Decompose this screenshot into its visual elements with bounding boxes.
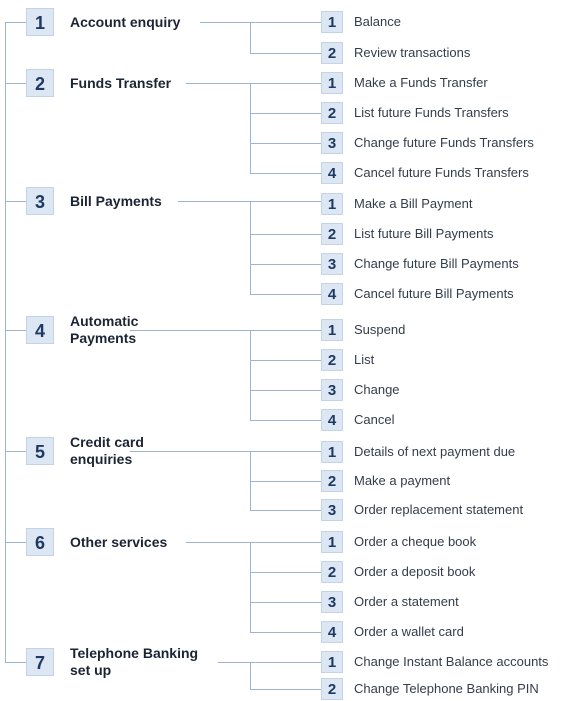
option-label[interactable]: Details of next payment due (354, 444, 515, 460)
option-number-badge: 3 (321, 591, 343, 613)
option-number-badge: 2 (321, 470, 343, 492)
telephone-banking-menu-diagram: 1 Account enquiry 1 Balance 2 Review transact… (0, 0, 565, 700)
option-number-badge: 4 (321, 409, 343, 431)
option-label[interactable]: Order a deposit book (354, 564, 475, 580)
option-label[interactable]: List future Funds Transfers (354, 105, 509, 121)
option-number-badge: 1 (321, 531, 343, 553)
category-number-badge: 5 (26, 437, 54, 465)
option-label[interactable]: Cancel future Bill Payments (354, 286, 514, 302)
option-number-badge: 2 (321, 349, 343, 371)
category-label-line: Other services (70, 533, 168, 550)
option-number-badge: 3 (321, 253, 343, 275)
option-number-badge: 4 (321, 162, 343, 184)
category-number-badge: 2 (26, 69, 54, 97)
category-label[interactable]: Telephone Banking set up (70, 645, 198, 679)
option-label[interactable]: Order a statement (354, 594, 459, 610)
option-label[interactable]: Suspend (354, 322, 405, 338)
option-label[interactable]: Change (354, 382, 400, 398)
option-number-badge: 1 (321, 193, 343, 215)
option-label[interactable]: Make a Bill Payment (354, 196, 473, 212)
option-label[interactable]: Change Instant Balance accounts (354, 654, 548, 670)
option-number-badge: 1 (321, 72, 343, 94)
category-number-badge: 7 (26, 648, 54, 676)
option-number-badge: 1 (321, 11, 343, 33)
category-label-line: set up (70, 662, 112, 678)
category-label[interactable]: Funds Transfer (70, 75, 171, 92)
category-label[interactable]: Credit card enquiries (70, 434, 144, 468)
option-label[interactable]: Make a payment (354, 473, 450, 489)
category-label-line: Telephone Banking (70, 645, 199, 661)
category-label-line: Funds Transfer (70, 74, 172, 91)
category-label-line: enquiries (70, 451, 133, 467)
option-label[interactable]: Cancel future Funds Transfers (354, 165, 529, 181)
category-number-badge: 3 (26, 187, 54, 215)
option-number-badge: 3 (321, 499, 343, 521)
category-label-line: Account enquiry (70, 13, 181, 30)
option-number-badge: 3 (321, 379, 343, 401)
option-number-badge: 4 (321, 621, 343, 643)
option-label[interactable]: Balance (354, 14, 401, 30)
category-label-line: Automatic (70, 313, 139, 329)
option-number-badge: 1 (321, 651, 343, 673)
option-number-badge: 2 (321, 42, 343, 64)
option-label[interactable]: List future Bill Payments (354, 226, 493, 242)
option-number-badge: 2 (321, 102, 343, 124)
option-label[interactable]: Order a cheque book (354, 534, 476, 550)
option-number-badge: 2 (321, 223, 343, 245)
category-label-line: Bill Payments (70, 192, 162, 209)
option-number-badge: 3 (321, 132, 343, 154)
category-number-badge: 6 (26, 528, 54, 556)
option-label[interactable]: Order a wallet card (354, 624, 464, 640)
category-label-line: Credit card (70, 434, 144, 450)
option-label[interactable]: List (354, 352, 374, 368)
option-number-badge: 1 (321, 319, 343, 341)
option-label[interactable]: Cancel (354, 412, 394, 428)
option-label[interactable]: Make a Funds Transfer (354, 75, 488, 91)
category-label-line: Payments (70, 330, 137, 346)
category-number-badge: 1 (26, 8, 54, 36)
category-number-badge: 4 (26, 316, 54, 344)
option-label[interactable]: Change Telephone Banking PIN (354, 681, 539, 697)
option-number-badge: 2 (321, 561, 343, 583)
option-label[interactable]: Order replacement statement (354, 502, 523, 518)
option-label[interactable]: Review transactions (354, 45, 470, 61)
option-number-badge: 1 (321, 441, 343, 463)
option-number-badge: 2 (321, 678, 343, 700)
option-label[interactable]: Change future Bill Payments (354, 256, 519, 272)
category-label[interactable]: Account enquiry (70, 14, 180, 31)
category-label[interactable]: Other services (70, 534, 167, 551)
category-label[interactable]: Automatic Payments (70, 313, 138, 347)
option-label[interactable]: Change future Funds Transfers (354, 135, 534, 151)
option-number-badge: 4 (321, 283, 343, 305)
category-label[interactable]: Bill Payments (70, 193, 162, 210)
